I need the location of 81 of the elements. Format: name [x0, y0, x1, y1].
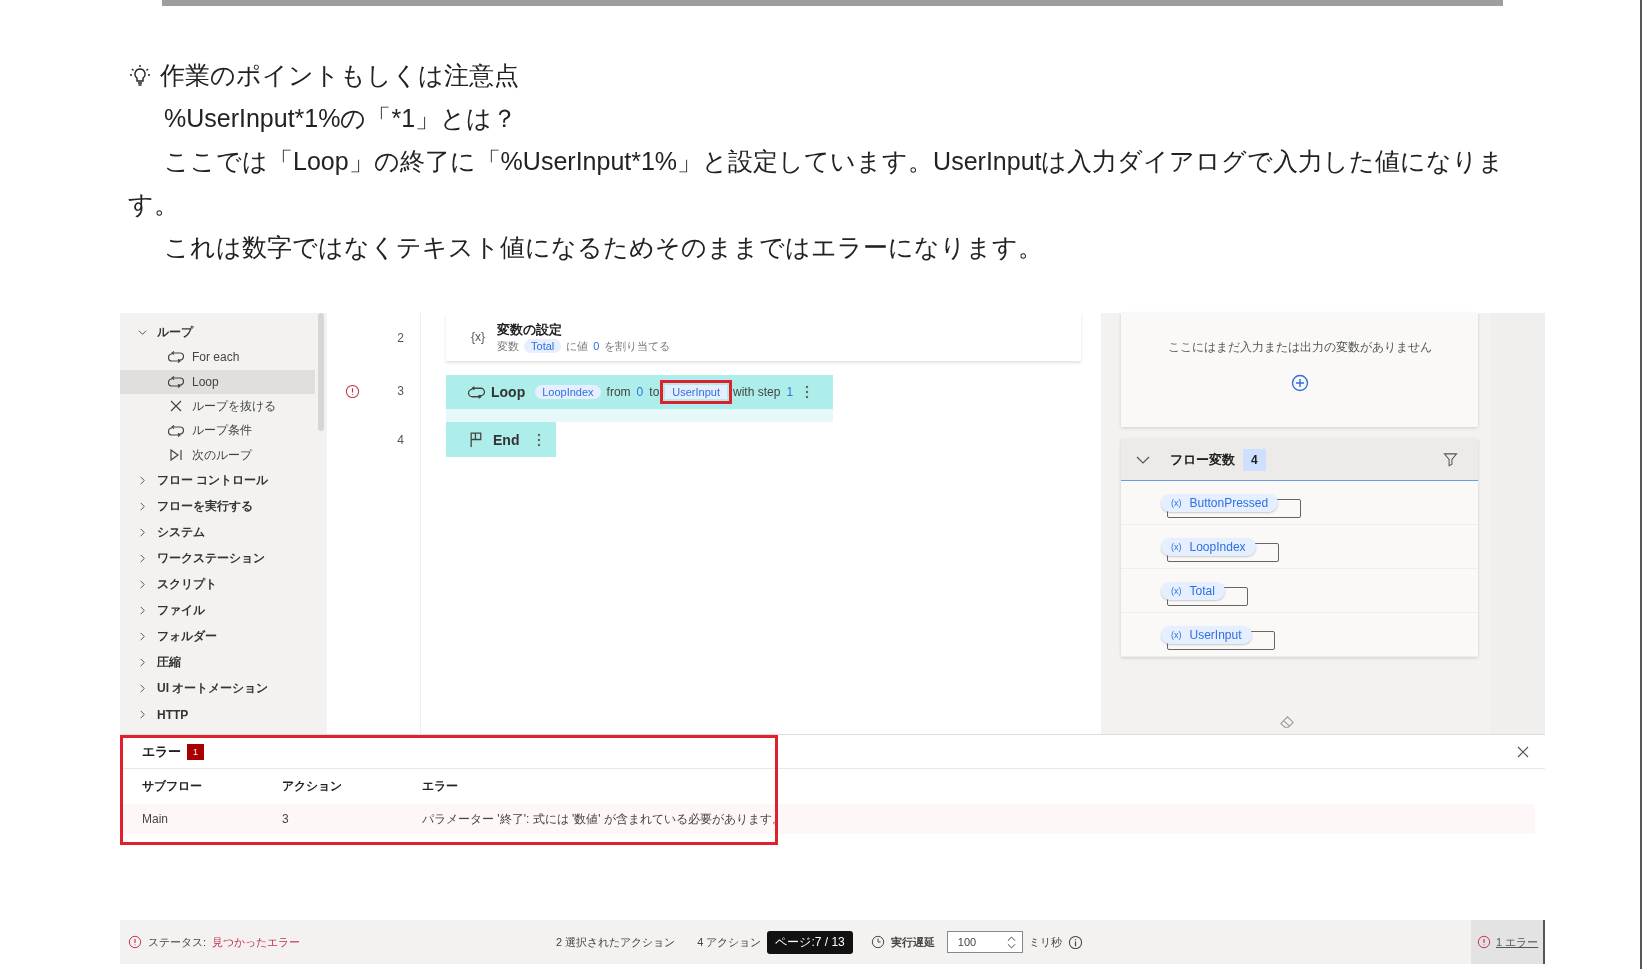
note-heading: 作業のポイントもしくは注意点 [160, 60, 519, 91]
column-header: アクション [282, 778, 343, 795]
action-group[interactable]: ワークステーション [120, 545, 327, 572]
variable-chip[interactable]: (x) LoopIndex [1161, 537, 1256, 556]
note-paragraph: %UserInput*1%の「*1」とは？ [163, 103, 519, 134]
action-group[interactable]: ループ [120, 319, 327, 345]
more-icon[interactable] [537, 431, 542, 448]
value-text: 0 [593, 340, 600, 352]
skip-icon [168, 447, 184, 464]
action-item[interactable]: ループ条件 [120, 418, 315, 443]
action-group[interactable]: スクリプト [120, 571, 327, 598]
loop-icon [168, 349, 184, 366]
variable-chip[interactable]: (x) Total [1161, 581, 1225, 600]
variable-chip: Total [524, 339, 562, 353]
value-text: 1 [786, 385, 794, 399]
action-item[interactable]: Loop [120, 369, 315, 394]
error-count-badge: 1 [187, 743, 204, 760]
empty-message: ここにはまだ入力または出力の変数がありません [1167, 339, 1432, 356]
variable-chip[interactable]: (x) ButtonPressed [1161, 493, 1279, 512]
count-badge: 4 [1243, 448, 1266, 471]
actions-count: 4 アクション [697, 934, 762, 950]
action-text: を割り当てる [604, 338, 671, 354]
close-icon[interactable] [1517, 745, 1529, 758]
end-action[interactable]: End [446, 422, 556, 457]
note-paragraph: ここでは「Loop」の終了に「%UserInput*1%」と設定しています。UserInputは入力ダイアログで入力した値になります。 [128, 146, 1506, 220]
action-group[interactable]: フローを実行する [120, 493, 327, 520]
panel-title: エラー [142, 742, 181, 761]
add-icon[interactable] [1290, 374, 1309, 392]
scrollbar-thumb[interactable] [318, 313, 324, 431]
note-paragraph: これは数字ではなくテキスト値になるためそのままではエラーになります。 [163, 232, 1044, 263]
variable-chip[interactable]: (x) UserInput [1161, 625, 1252, 644]
loop-action[interactable]: Loop LoopIndex from 0 to UserInput with step 1 [446, 375, 833, 409]
action-title: 変数の設定 [497, 320, 563, 339]
error-icon [128, 935, 142, 949]
action-text: with step [733, 385, 781, 399]
spinner-arrows-icon[interactable] [1006, 934, 1016, 950]
table-cell-text: Main [142, 812, 169, 826]
eraser-icon[interactable] [1279, 713, 1296, 730]
action-group[interactable]: フロー コントロール [120, 467, 327, 494]
action-text: from [606, 385, 631, 399]
action-text: に値 [566, 338, 589, 354]
page-indicator: ページ:7 / 13 [767, 930, 853, 954]
status-label: ステータス: [148, 934, 207, 950]
variable-icon: {x} [471, 330, 485, 344]
column-header: サブフロー [142, 778, 203, 795]
action-group[interactable]: ファイル [120, 597, 327, 624]
status-value: 見つかったエラー [212, 934, 301, 950]
section-title: フロー変数 [1170, 450, 1235, 469]
loop-icon [168, 373, 184, 390]
value-text: 0 [636, 385, 644, 399]
column-header: エラー [422, 778, 458, 795]
line-number: 3 [397, 384, 404, 398]
delay-label: 実行遅延 [890, 934, 935, 950]
section-header[interactable]: フロー変数 4 [1121, 439, 1478, 481]
action-group[interactable]: 圧縮 [120, 649, 327, 676]
table-cell-text: 3 [282, 812, 290, 826]
loop-icon [168, 422, 184, 439]
action-group[interactable]: HTTP [120, 701, 327, 728]
action-group[interactable]: UI オートメーション [120, 675, 327, 702]
loop-icon [468, 383, 485, 401]
action-group[interactable]: フォルダー [120, 623, 327, 650]
delay-unit: ミリ秒 [1028, 934, 1062, 950]
variable-chip: LoopIndex [535, 385, 601, 399]
action-group[interactable]: システム [120, 519, 327, 546]
line-number: 4 [397, 433, 404, 447]
delay-spinner[interactable]: 100 [946, 931, 1023, 953]
action-text: 変数 [497, 338, 519, 354]
line-number: 2 [397, 331, 404, 345]
action-title: Loop [491, 384, 526, 400]
action-title: End [493, 431, 520, 448]
action-item[interactable]: ループを抜ける [120, 394, 315, 419]
action-item[interactable]: 次のループ [120, 443, 315, 468]
lightbulb-icon [128, 63, 152, 88]
error-icon [1477, 935, 1491, 949]
action-text: to [649, 385, 660, 399]
selected-actions-count: 2 選択されたアクション [556, 934, 676, 950]
clock-icon [870, 935, 885, 949]
more-icon[interactable] [805, 384, 810, 400]
filter-icon[interactable] [1443, 452, 1458, 467]
info-icon[interactable] [1067, 934, 1083, 950]
action-item[interactable]: For each [120, 345, 315, 370]
